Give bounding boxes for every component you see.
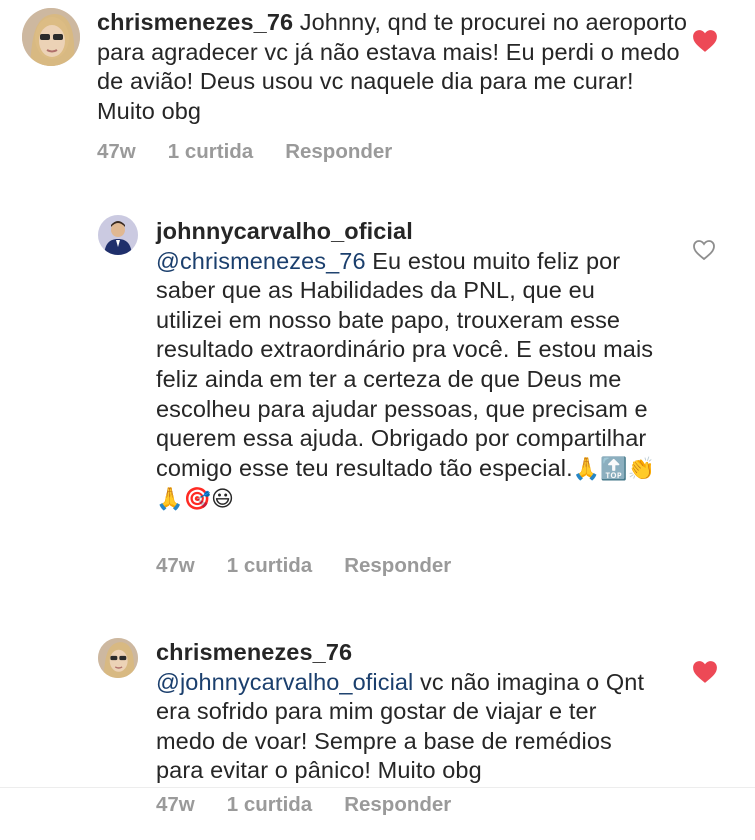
avatar[interactable]	[98, 215, 138, 255]
likes-count[interactable]: 1 curtida	[227, 793, 312, 816]
avatar[interactable]	[98, 638, 138, 678]
outline-heart-icon	[693, 240, 715, 261]
reply-button[interactable]: Responder	[344, 554, 451, 577]
reply-button[interactable]: Responder	[285, 140, 392, 163]
comment-username[interactable]: johnnycarvalho_oficial	[156, 218, 413, 244]
comment-body: Eu estou muito feliz por saber que as Ha…	[156, 247, 654, 481]
comment-age: 47w	[97, 140, 136, 163]
comment-meta: 47w 1 curtida Responder	[156, 793, 483, 817]
comment-mention[interactable]: @chrismenezes_76	[156, 248, 366, 274]
like-button[interactable]	[692, 239, 716, 261]
comment-text: chrismenezes_76 @johnnycarvalho_oficial …	[156, 638, 661, 786]
profile-photo-icon	[98, 215, 138, 255]
filled-heart-icon	[693, 30, 717, 52]
comment-meta: 47w 1 curtida Responder	[156, 554, 483, 578]
avatar[interactable]	[22, 8, 80, 66]
divider	[0, 787, 755, 788]
profile-photo-icon	[98, 638, 138, 678]
profile-photo-icon	[22, 8, 80, 66]
comment-text: chrismenezes_76 Johnny, qnd te procurei …	[97, 8, 697, 126]
comment-text: johnnycarvalho_oficial @chrismenezes_76 …	[156, 217, 661, 515]
comment-username[interactable]: chrismenezes_76	[97, 9, 293, 35]
likes-count[interactable]: 1 curtida	[168, 140, 253, 163]
comment-meta: 47w 1 curtida Responder	[97, 140, 424, 164]
reply-button[interactable]: Responder	[344, 793, 451, 816]
like-button[interactable]	[692, 29, 718, 53]
comment-mention[interactable]: @johnnycarvalho_oficial	[156, 669, 413, 695]
comment-age: 47w	[156, 554, 195, 577]
likes-count[interactable]: 1 curtida	[227, 554, 312, 577]
comment-username[interactable]: chrismenezes_76	[156, 639, 352, 665]
comment-age: 47w	[156, 793, 195, 816]
filled-heart-icon	[693, 661, 717, 683]
like-button[interactable]	[692, 660, 718, 684]
